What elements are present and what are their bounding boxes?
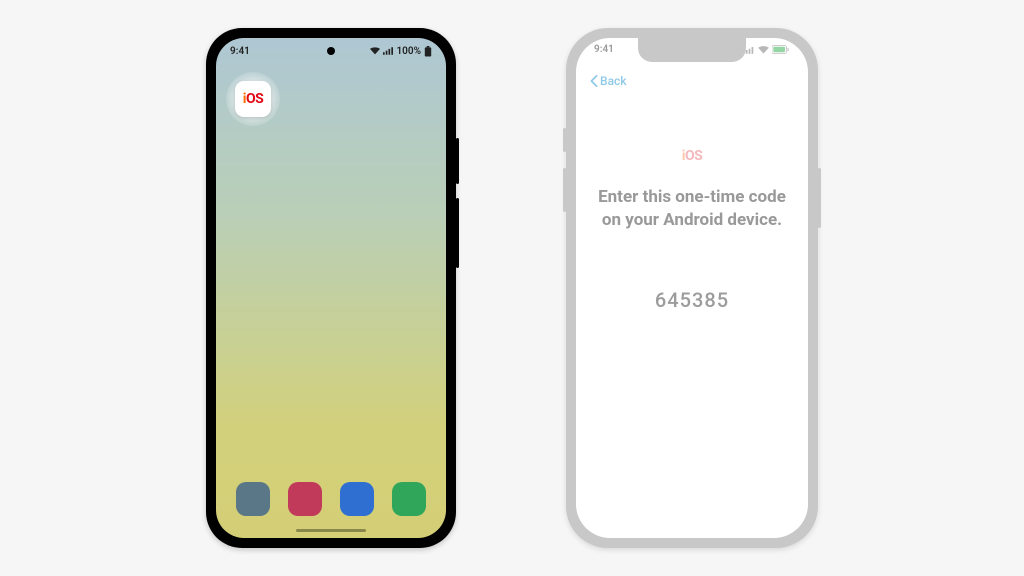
battery-icon bbox=[424, 46, 432, 57]
iphone-mute-switch bbox=[563, 128, 566, 152]
iphone-status-time: 9:41 bbox=[594, 44, 614, 55]
android-gesture-bar[interactable] bbox=[296, 529, 366, 532]
iphone-screen: 9:41 Back iOS Enter this one-time code o… bbox=[576, 38, 808, 538]
back-button-label: Back bbox=[600, 74, 627, 88]
iphone-side-button bbox=[818, 168, 821, 228]
android-battery-text: 100% bbox=[396, 46, 421, 57]
android-phone-frame: 9:41 100% iOS bbox=[206, 28, 456, 548]
move-to-ios-app-icon[interactable]: iOS bbox=[235, 81, 271, 117]
android-status-right-cluster: 100% bbox=[370, 46, 432, 57]
battery-icon bbox=[772, 45, 790, 54]
iphone-notch bbox=[638, 38, 746, 62]
android-side-button-top bbox=[456, 138, 459, 184]
android-status-time: 9:41 bbox=[230, 46, 250, 57]
back-button[interactable]: Back bbox=[590, 74, 627, 88]
dock-app-4[interactable] bbox=[392, 482, 426, 516]
one-time-code-value: 645385 bbox=[655, 288, 729, 312]
wifi-icon bbox=[758, 46, 769, 54]
iphone-content: iOS Enter this one-time code on your And… bbox=[576, 38, 808, 538]
ios-logo-text: iOS bbox=[682, 148, 703, 164]
ios-logo-os: OS bbox=[246, 91, 263, 107]
ios-logo-suffix: OS bbox=[685, 148, 702, 164]
dock-app-1[interactable] bbox=[236, 482, 270, 516]
dock-app-2[interactable] bbox=[288, 482, 322, 516]
android-punch-hole-camera bbox=[327, 47, 335, 55]
android-screen: 9:41 100% iOS bbox=[216, 38, 446, 538]
wifi-icon bbox=[370, 47, 380, 55]
signal-icon bbox=[383, 47, 393, 55]
android-side-button-bottom bbox=[456, 198, 459, 268]
android-dock bbox=[216, 482, 446, 516]
chevron-left-icon bbox=[590, 75, 598, 87]
move-to-ios-app-highlight: iOS bbox=[226, 72, 280, 126]
one-time-code-instruction: Enter this one-time code on your Android… bbox=[576, 186, 808, 232]
dock-app-3[interactable] bbox=[340, 482, 374, 516]
iphone-status-right-cluster bbox=[743, 44, 790, 55]
iphone-volume-buttons bbox=[563, 168, 566, 212]
iphone-frame: 9:41 Back iOS Enter this one-time code o… bbox=[566, 28, 818, 548]
